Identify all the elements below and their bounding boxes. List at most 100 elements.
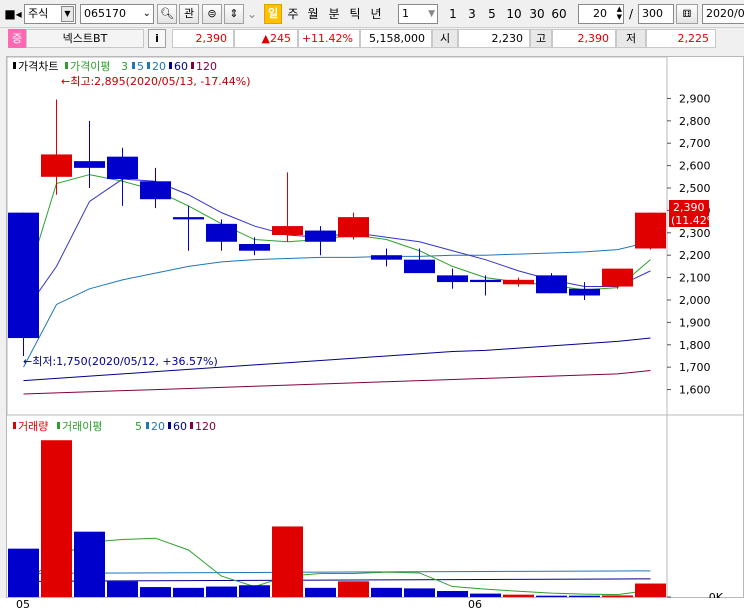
stock-code-input[interactable]: 065170 ⌄ [80,4,154,24]
candle-body [74,161,105,168]
candle-body [536,275,567,294]
price-tick-label: 2,900 [679,92,711,105]
settings-button[interactable]: ⚅ [676,4,698,24]
vlegend-60: 60 [173,420,187,433]
count-separator: / [628,7,634,21]
last-price-percent: (11.42%) [671,214,722,227]
legend-mark [65,62,68,69]
open-price: 2,230 [458,29,530,48]
quick-interval-1[interactable]: 1 [445,4,461,24]
period-tick-button[interactable]: 틱 [346,4,364,24]
candle-body [239,244,270,251]
candle-body [569,288,600,296]
watch-button[interactable]: 관 [179,4,199,24]
volume-bar [173,587,204,597]
trade-volume: 5,158,000 [360,29,432,48]
volume-bar [404,588,435,597]
market-type-select[interactable]: 주식 ▼ [24,4,76,24]
total-count-input[interactable]: 300 [638,4,674,24]
volume-bar [437,590,468,597]
x-label-may: 05 [16,598,30,611]
interval-select[interactable]: 1 ▼ [398,4,438,24]
volume-bar [602,595,633,597]
last-price-value: 2,390 [673,201,705,214]
chart-svg[interactable]: 2,9002,8002,7002,6002,5002,4002,3002,200… [6,56,744,604]
volume-bar [272,526,303,597]
candle-body [503,279,534,285]
legend-mark [132,62,135,69]
low-label: 저 [616,29,646,48]
legend-mark [147,62,150,69]
candle-body [107,156,138,180]
price-tick-label: 2,100 [679,272,711,285]
volume-bar [635,583,666,597]
price-tick-label: 2,200 [679,249,711,262]
candle-body [173,217,204,220]
quick-interval-10[interactable]: 10 [504,4,524,24]
high-price: 2,390 [552,29,616,48]
candle-body [437,275,468,283]
quick-interval-60[interactable]: 60 [549,4,569,24]
market-type-value: 주식 [28,7,49,20]
chart-menu-icon[interactable]: ■◂ [4,4,22,24]
volume-bar [371,587,402,597]
quick-interval-3[interactable]: 3 [464,4,480,24]
stock-name: 넥스트BT [26,29,144,48]
legend-mark [190,422,193,429]
price-tick-label: 2,600 [679,160,711,173]
volume-bar [206,586,237,597]
quick-interval-5[interactable]: 5 [484,4,500,24]
candle-body [41,154,72,177]
stock-code-value: 065170 [84,7,126,20]
chevron-down-icon[interactable]: ▼ [61,6,74,22]
legend-mark [13,62,16,69]
spin-stepper-icon[interactable]: ▲ ▼ [617,5,622,21]
period-minute-button[interactable]: 분 [325,4,343,24]
candle-body [305,230,336,242]
quick-interval-30[interactable]: 30 [527,4,547,24]
stock-chart-window: ■◂ 주식 ▼ 065170 ⌄ 🔍︎ 관 ⊜ ⇕ ⌄ 일 주 월 분 틱 년 … [0,0,744,613]
chevron-down-icon[interactable]: ⌄ [143,5,151,23]
info-button[interactable]: i [148,29,166,48]
vma60-line [23,578,651,582]
dropdown-icon[interactable]: ⌄ [246,4,258,24]
price-tick-label: 2,800 [679,115,711,128]
volume-bar [470,593,501,597]
low-price: 2,225 [646,29,716,48]
period-weekly-button[interactable]: 주 [284,4,302,24]
price-tick-label: 2,000 [679,294,711,307]
volume-bar [107,581,138,597]
volume-bar [74,531,105,597]
candle-body [371,255,402,260]
legend-mark [168,422,171,429]
candle-body [635,212,666,249]
quote-bar: 증 넥스트BT i 2,390 ▲245 +11.42% 5,158,000 시… [0,28,744,50]
volume-bar [536,595,567,597]
candle-body [8,212,39,339]
price-change: ▲245 [234,29,298,48]
current-price: 2,390 [172,29,234,48]
candle-body [404,259,435,274]
price-tick-label: 1,600 [679,384,711,397]
price-tick-label: 1,900 [679,316,711,329]
candle-body [140,181,171,200]
display-count-input[interactable]: 20 ▲ ▼ [578,4,624,24]
price-legend-title: 가격차트 [18,60,58,73]
compare-button[interactable]: ⊜ [202,4,222,24]
price-tick-label: 1,800 [679,339,711,352]
period-monthly-button[interactable]: 월 [304,4,322,24]
chevron-down-icon[interactable]: ▼ [428,5,435,23]
candle-body [338,217,369,238]
toolbar: ■◂ 주식 ▼ 065170 ⌄ 🔍︎ 관 ⊜ ⇕ ⌄ 일 주 월 분 틱 년 … [0,0,744,28]
volume-bar [338,581,369,597]
x-axis: 05 06 [0,598,744,613]
legend-ma60: 60 [174,60,188,73]
period-daily-button[interactable]: 일 [264,4,282,24]
updown-stepper[interactable]: ⇕ [224,4,244,24]
volume-bar [140,587,171,597]
search-button[interactable]: 🔍︎ [157,4,177,24]
vlegend-5: 5 [135,420,142,433]
period-year-button[interactable]: 년 [367,4,385,24]
date-input[interactable]: 2020/0 [702,4,744,24]
chart-area[interactable]: 2,9002,8002,7002,6002,5002,4002,3002,200… [6,56,744,604]
